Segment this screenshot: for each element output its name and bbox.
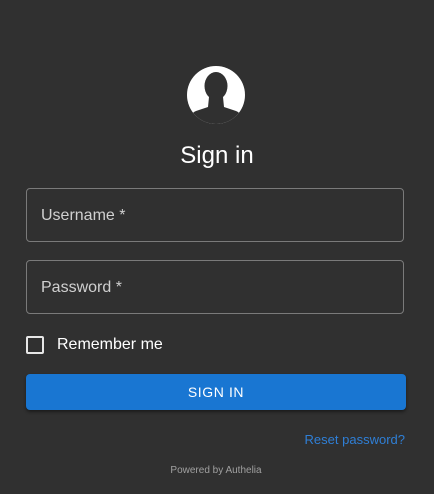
username-label: Username * — [41, 207, 126, 224]
remember-me-checkbox[interactable] — [26, 336, 44, 354]
password-label: Password * — [41, 279, 122, 296]
reset-password-link[interactable]: Reset password? — [305, 432, 405, 447]
powered-by-text: Powered by Authelia — [170, 465, 262, 476]
remember-me-option[interactable]: Remember me — [26, 335, 163, 355]
username-field[interactable]: Username * — [26, 188, 404, 242]
user-avatar-icon — [184, 63, 248, 127]
sign-in-button[interactable]: SIGN IN — [26, 374, 406, 410]
password-field[interactable]: Password * — [26, 260, 404, 314]
page-title: Sign in — [180, 142, 254, 169]
remember-me-label[interactable]: Remember me — [57, 336, 163, 354]
